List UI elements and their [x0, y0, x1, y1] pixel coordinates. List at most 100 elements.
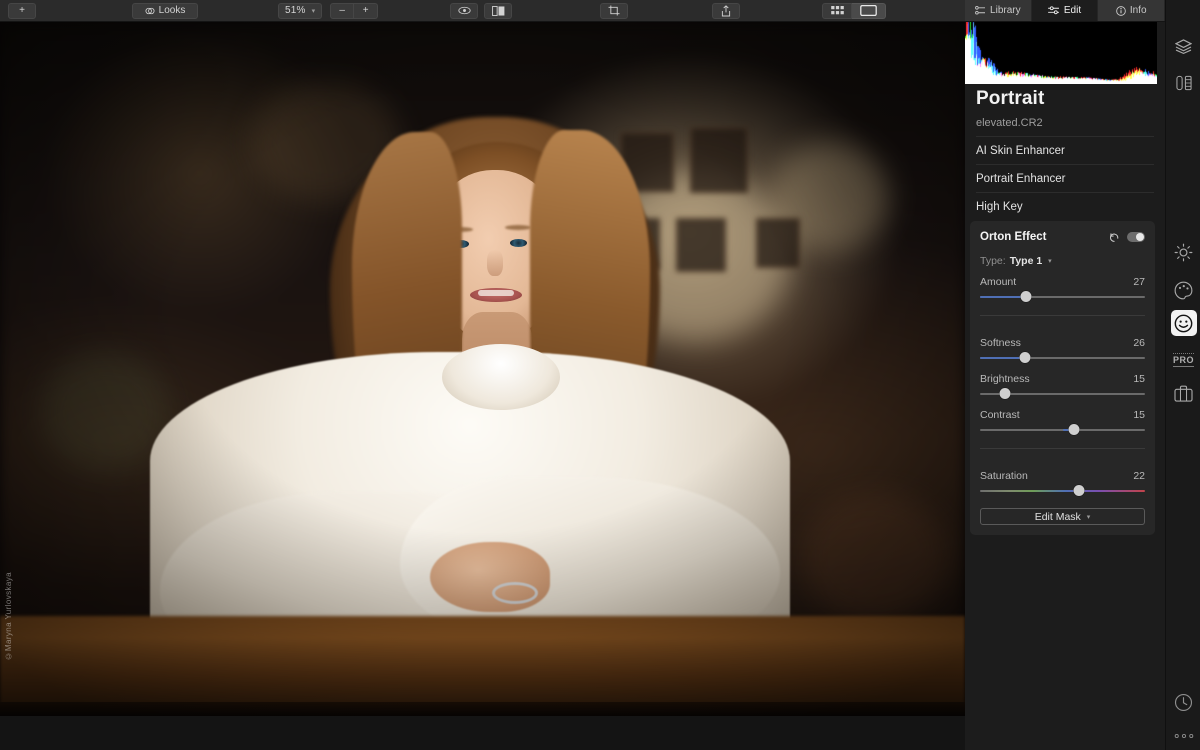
tab-info[interactable]: Info	[1098, 0, 1165, 21]
single-view-button[interactable]	[852, 3, 886, 19]
eye-icon	[458, 6, 471, 15]
type-label: Type:	[980, 255, 1006, 267]
tool-high-key[interactable]: High Key	[976, 192, 1154, 220]
slider-fill	[980, 357, 1025, 359]
layers-icon	[1175, 39, 1192, 54]
edit-mask-button[interactable]: Edit Mask ▾	[980, 508, 1145, 525]
canvas-background	[0, 716, 965, 750]
toolkit-briefcase-icon	[1174, 385, 1193, 402]
chevron-down-icon: ▾	[312, 7, 316, 15]
slider-saturation[interactable]: Saturation 22	[980, 470, 1145, 497]
compare-button[interactable]	[484, 3, 512, 19]
share-button[interactable]	[712, 3, 740, 19]
slider-softness-value: 26	[1133, 337, 1145, 349]
slider-fill	[980, 296, 1026, 298]
photo-preview[interactable]: ©Maryna Yurlovskaya	[0, 22, 965, 716]
slider-saturation-handle[interactable]	[1074, 485, 1085, 496]
plus-icon: +	[19, 5, 25, 16]
orton-effect-title: Orton Effect	[980, 231, 1046, 243]
type-row[interactable]: Type: Type 1 ▾	[980, 255, 1145, 267]
slider-saturation-value: 22	[1133, 470, 1145, 482]
rail-item-split-view[interactable]	[1166, 65, 1200, 101]
preview-toggle-button[interactable]	[450, 3, 478, 19]
image-canvas[interactable]: ©Maryna Yurlovskaya	[0, 22, 965, 750]
plus-icon: +	[363, 5, 369, 16]
pro-icon: PRO	[1173, 353, 1194, 367]
slider-softness-track[interactable]	[980, 352, 1145, 364]
zoom-in-button[interactable]: +	[354, 3, 378, 19]
rail-item-more[interactable]	[1166, 718, 1200, 750]
portrait-face-icon	[1171, 310, 1197, 336]
rail-item-essentials[interactable]	[1166, 234, 1200, 270]
tool-label: AI Skin Enhancer	[976, 145, 1065, 157]
tab-library-label: Library	[990, 5, 1021, 16]
slider-saturation-track[interactable]	[980, 485, 1145, 497]
rgb-histogram	[965, 22, 1157, 84]
slider-brightness-track[interactable]	[980, 388, 1145, 400]
grid-view-button[interactable]	[822, 3, 852, 19]
tab-library[interactable]: Library	[965, 0, 1032, 21]
filename-label: elevated.CR2	[976, 117, 1043, 129]
chevron-down-icon: ▾	[1048, 257, 1052, 265]
edit-side-panel: Library Edit Info Portrait elevated.CR2	[965, 0, 1165, 750]
rail-item-history[interactable]	[1166, 684, 1200, 720]
slider-contrast-handle[interactable]	[1069, 424, 1080, 435]
rail-item-portrait[interactable]	[1166, 305, 1200, 341]
rail-item-pro[interactable]: PRO	[1166, 342, 1200, 378]
slider-saturation-label: Saturation	[980, 470, 1028, 482]
creative-palette-icon	[1174, 281, 1193, 300]
slider-rail-gradient	[980, 490, 1145, 493]
vignette	[0, 22, 965, 716]
chevron-down-icon: ▾	[1087, 513, 1091, 521]
tool-portrait-enhancer[interactable]: Portrait Enhancer	[976, 164, 1154, 192]
reset-arrow-icon[interactable]	[1109, 232, 1120, 243]
tool-ai-skin-enhancer[interactable]: AI Skin Enhancer	[976, 136, 1154, 164]
rail-item-creative[interactable]	[1166, 272, 1200, 308]
top-toolbar: + Looks 51% ▾ – +	[0, 0, 965, 22]
zoom-level-dropdown[interactable]: 51% ▾	[278, 3, 322, 19]
slider-brightness-label: Brightness	[980, 373, 1030, 385]
slider-amount[interactable]: Amount 27	[980, 276, 1145, 303]
share-icon	[721, 5, 731, 17]
add-button[interactable]: +	[8, 3, 36, 19]
looks-icon	[145, 6, 155, 16]
zoom-level-value: 51%	[285, 5, 306, 16]
rail-item-toolkit[interactable]	[1166, 375, 1200, 411]
slider-amount-track[interactable]	[980, 291, 1145, 303]
orton-effect-header[interactable]: Orton Effect	[980, 229, 1145, 245]
zoom-out-button[interactable]: –	[330, 3, 354, 19]
orton-effect-card: Orton Effect Type: Type 1 ▾ Amount 27	[970, 221, 1155, 535]
slider-contrast-label: Contrast	[980, 409, 1020, 421]
slider-amount-label: Amount	[980, 276, 1016, 288]
photo-watermark: ©Maryna Yurlovskaya	[4, 572, 13, 661]
slider-softness-handle[interactable]	[1019, 352, 1030, 363]
orton-effect-toggle[interactable]	[1127, 232, 1145, 242]
history-clock-icon	[1174, 693, 1193, 712]
slider-contrast-value: 15	[1133, 409, 1145, 421]
minus-icon: –	[339, 5, 345, 16]
tool-label: High Key	[976, 201, 1023, 213]
page-title: Portrait	[976, 88, 1044, 110]
crop-button[interactable]	[600, 3, 628, 19]
slider-contrast[interactable]: Contrast 15	[980, 409, 1145, 436]
rail-item-layers[interactable]	[1166, 28, 1200, 64]
looks-button[interactable]: Looks	[132, 3, 198, 19]
grid-view-icon	[831, 6, 844, 15]
library-icon	[975, 6, 986, 15]
more-dots-icon	[1174, 733, 1194, 739]
tab-edit[interactable]: Edit	[1032, 0, 1099, 21]
slider-brightness-handle[interactable]	[999, 388, 1010, 399]
slider-amount-value: 27	[1133, 276, 1145, 288]
tab-info-label: Info	[1130, 5, 1147, 16]
compare-split-icon	[492, 6, 505, 16]
slider-brightness[interactable]: Brightness 15	[980, 373, 1145, 400]
sliders-icon	[1048, 6, 1060, 15]
slider-amount-handle[interactable]	[1021, 291, 1032, 302]
divider	[980, 315, 1145, 316]
slider-contrast-track[interactable]	[980, 424, 1145, 436]
tool-list: AI Skin Enhancer Portrait Enhancer High …	[976, 136, 1154, 220]
slider-softness[interactable]: Softness 26	[980, 337, 1145, 364]
type-value: Type 1	[1010, 255, 1042, 267]
slider-brightness-value: 15	[1133, 373, 1145, 385]
panel-tab-bar: Library Edit Info	[965, 0, 1165, 22]
